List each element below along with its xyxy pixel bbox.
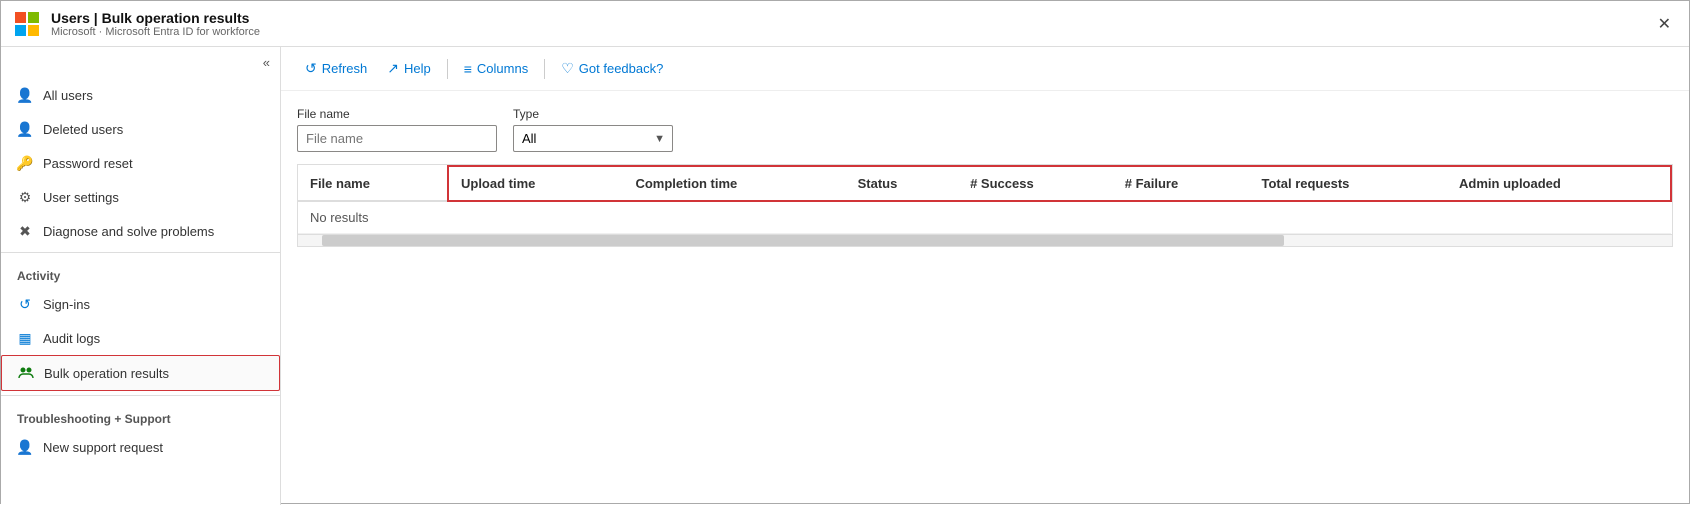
table-body: No results — [298, 201, 1671, 234]
col-label-admin: Admin uploaded — [1459, 176, 1561, 191]
all-users-label: All users — [43, 88, 93, 103]
header-row: File name Upload time Completion time St… — [298, 166, 1671, 201]
filename-filter-group: File name — [297, 107, 497, 152]
diagnose-label: Diagnose and solve problems — [43, 224, 214, 239]
audit-logs-label: Audit logs — [43, 331, 100, 346]
feedback-label: Got feedback? — [579, 61, 664, 76]
col-label-total: Total requests — [1262, 176, 1350, 191]
sidebar-item-user-settings[interactable]: ⚙ User settings — [1, 180, 280, 214]
sidebar-divider-2 — [1, 395, 280, 396]
col-label-filename: File name — [310, 176, 370, 191]
sidebar-item-new-support[interactable]: 👤 New support request — [1, 430, 280, 464]
type-filter-label: Type — [513, 107, 673, 121]
no-results-row: No results — [298, 201, 1671, 234]
col-header-total: Total requests — [1250, 166, 1448, 201]
deleted-user-icon: 👤 — [17, 121, 33, 137]
sign-ins-label: Sign-ins — [43, 297, 90, 312]
refresh-label: Refresh — [322, 61, 368, 76]
sidebar-collapse-button[interactable]: « — [263, 55, 270, 70]
scrollbar-thumb[interactable] — [322, 235, 1284, 246]
sidebar-item-bulk-operation[interactable]: Bulk operation results — [1, 355, 280, 391]
refresh-icon: ↺ — [305, 60, 317, 77]
toolbar-divider-1 — [447, 59, 448, 79]
deleted-users-label: Deleted users — [43, 122, 123, 137]
new-support-label: New support request — [43, 440, 163, 455]
sidebar-item-password-reset[interactable]: 🔑 Password reset — [1, 146, 280, 180]
type-filter-select[interactable]: All Bulk create Bulk invite Bulk delete — [513, 125, 673, 152]
type-filter-group: Type All Bulk create Bulk invite Bulk de… — [513, 107, 673, 152]
table-header: File name Upload time Completion time St… — [298, 166, 1671, 201]
password-reset-label: Password reset — [43, 156, 133, 171]
title-main: Users | Bulk operation results — [51, 10, 260, 26]
bulk-operation-label: Bulk operation results — [44, 366, 169, 381]
help-button[interactable]: ↗ Help — [379, 55, 438, 82]
col-header-upload-time: Upload time — [448, 166, 623, 201]
title-bar: Users | Bulk operation results Microsoft… — [1, 1, 1689, 47]
sidebar-item-deleted-users[interactable]: 👤 Deleted users — [1, 112, 280, 146]
sidebar-collapse-area: « — [1, 47, 280, 78]
col-label-success: # Success — [970, 176, 1034, 191]
support-icon: 👤 — [17, 439, 33, 455]
user-icon: 👤 — [17, 87, 33, 103]
columns-label: Columns — [477, 61, 528, 76]
sidebar-item-audit-logs[interactable]: ▦ Audit logs — [1, 321, 280, 355]
sidebar-item-sign-ins[interactable]: ↺ Sign-ins — [1, 287, 280, 321]
results-table: File name Upload time Completion time St… — [298, 165, 1672, 234]
col-label-status: Status — [858, 176, 898, 191]
sidebar-item-diagnose[interactable]: ✖ Diagnose and solve problems — [1, 214, 280, 248]
type-select-wrapper: All Bulk create Bulk invite Bulk delete … — [513, 125, 673, 152]
results-table-wrapper: File name Upload time Completion time St… — [297, 164, 1673, 247]
col-header-filename: File name — [298, 166, 448, 201]
filename-filter-label: File name — [297, 107, 497, 121]
key-icon: 🔑 — [17, 155, 33, 171]
col-label-failure: # Failure — [1125, 176, 1178, 191]
toolbar-divider-2 — [544, 59, 545, 79]
col-label-completion-time: Completion time — [635, 176, 737, 191]
wrench-icon: ✖ — [17, 223, 33, 239]
refresh-button[interactable]: ↺ Refresh — [297, 55, 375, 82]
bulk-icon — [18, 365, 34, 381]
col-header-status: Status — [846, 166, 959, 201]
audit-icon: ▦ — [17, 330, 33, 346]
horizontal-scrollbar[interactable] — [298, 234, 1672, 246]
title-sub: Microsoft · Microsoft Entra ID for workf… — [51, 26, 260, 38]
title-bar-left: Users | Bulk operation results Microsoft… — [13, 10, 260, 38]
troubleshooting-section-label: Troubleshooting + Support — [1, 400, 280, 430]
user-settings-label: User settings — [43, 190, 119, 205]
app-logo — [13, 10, 41, 38]
toolbar: ↺ Refresh ↗ Help ≡ Columns ♡ Got feedbac… — [281, 47, 1689, 91]
content-area: File name Type All Bulk create Bulk invi… — [281, 91, 1689, 505]
sidebar-item-all-users[interactable]: 👤 All users — [1, 78, 280, 112]
columns-button[interactable]: ≡ Columns — [456, 56, 536, 82]
col-header-failure: # Failure — [1113, 166, 1250, 201]
signin-icon: ↺ — [17, 296, 33, 312]
columns-icon: ≡ — [464, 61, 472, 77]
main-content: ↺ Refresh ↗ Help ≡ Columns ♡ Got feedbac… — [281, 47, 1689, 505]
col-header-admin: Admin uploaded — [1447, 166, 1671, 201]
heart-icon: ♡ — [561, 60, 574, 77]
col-header-success: # Success — [958, 166, 1113, 201]
activity-section-label: Activity — [1, 257, 280, 287]
main-layout: « 👤 All users 👤 Deleted users 🔑 Password… — [1, 47, 1689, 505]
no-results-cell: No results — [298, 201, 1671, 234]
sidebar: « 👤 All users 👤 Deleted users 🔑 Password… — [1, 47, 281, 505]
col-header-completion-time: Completion time — [623, 166, 845, 201]
gear-icon: ⚙ — [17, 189, 33, 205]
help-label: Help — [404, 61, 431, 76]
feedback-button[interactable]: ♡ Got feedback? — [553, 55, 671, 82]
title-text: Users | Bulk operation results Microsoft… — [51, 10, 260, 38]
help-icon: ↗ — [387, 60, 399, 77]
filename-filter-input[interactable] — [297, 125, 497, 152]
close-button[interactable]: ✕ — [1652, 12, 1677, 36]
sidebar-divider-1 — [1, 252, 280, 253]
col-label-upload-time: Upload time — [461, 176, 535, 191]
filters-row: File name Type All Bulk create Bulk invi… — [297, 107, 1673, 152]
